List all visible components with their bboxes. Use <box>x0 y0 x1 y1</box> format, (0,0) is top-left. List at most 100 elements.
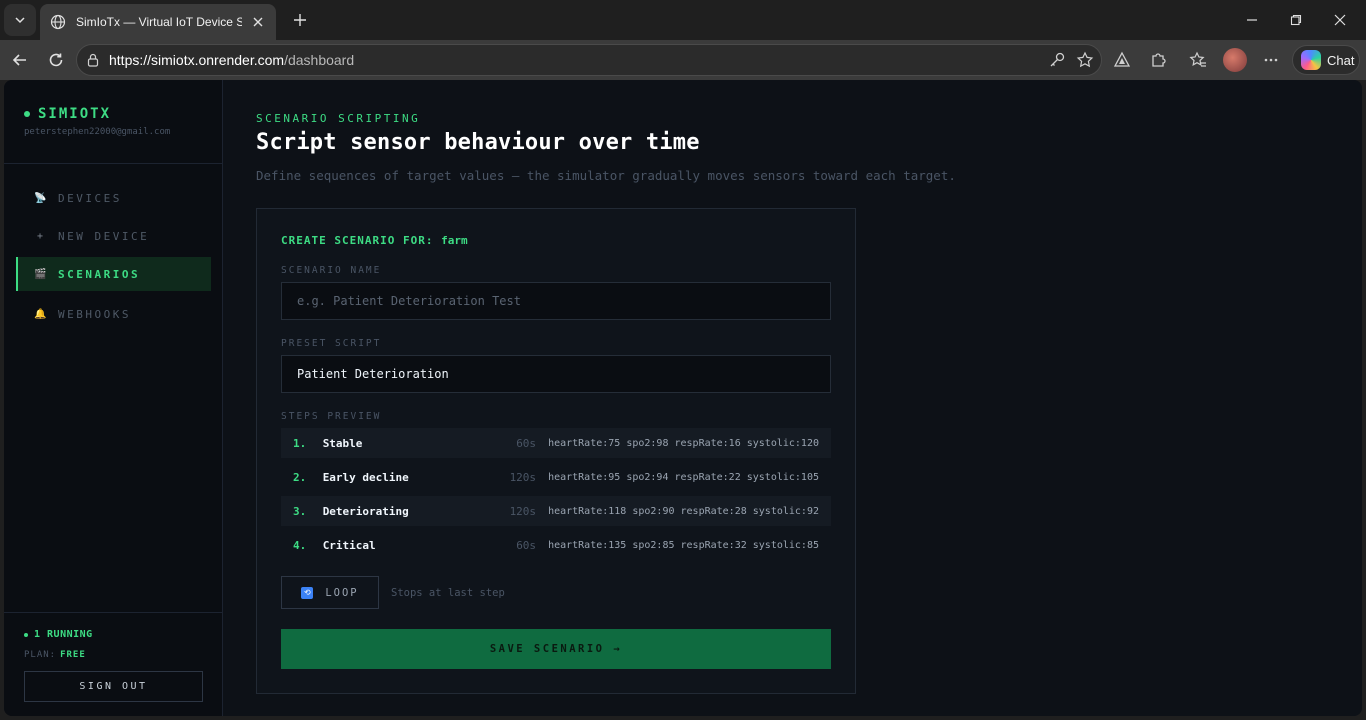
lock-icon[interactable] <box>85 52 101 68</box>
extension-triangle-button[interactable] <box>1110 48 1134 72</box>
reload-icon <box>49 53 63 67</box>
sidebar-item-devices[interactable]: 📡 DEVICES <box>16 181 211 215</box>
scenario-name-field[interactable] <box>281 282 831 320</box>
steps-preview-label: STEPS PREVIEW <box>281 411 382 422</box>
plus-icon: + <box>36 230 44 242</box>
preset-script-label: PRESET SCRIPT <box>281 338 382 349</box>
sidebar-item-label: NEW DEVICE <box>58 229 150 243</box>
running-status: 1 RUNNING <box>24 629 93 640</box>
address-bar[interactable]: https://simiotx.onrender.com/dashboard <box>76 44 1102 76</box>
bell-icon: 🔔 <box>34 308 47 320</box>
step-values: heartRate:95 spo2:94 respRate:22 systoli… <box>548 471 819 483</box>
list-item: 3. Deteriorating 120s heartRate:118 spo2… <box>281 496 831 526</box>
clapper-icon: 🎬 <box>34 268 47 280</box>
card-title: CREATE SCENARIO FOR: farm <box>281 234 468 247</box>
loop-icon: ⟲ <box>301 586 314 599</box>
brand-name: SIMIOTX <box>38 106 112 122</box>
globe-icon <box>50 14 66 30</box>
tab-search-button[interactable] <box>4 4 36 36</box>
chat-label: Chat <box>1327 52 1355 68</box>
scenario-name-input[interactable] <box>297 294 830 308</box>
url-path: /dashboard <box>284 52 355 68</box>
avatar[interactable] <box>1223 48 1247 72</box>
sidebar-item-scenarios[interactable]: 🎬 SCENARIOS <box>16 257 211 291</box>
divider <box>4 612 223 613</box>
section-eyebrow: SCENARIO SCRIPTING <box>256 112 421 125</box>
puzzle-icon <box>1152 53 1166 67</box>
scenario-name-label: SCENARIO NAME <box>281 265 382 276</box>
tab-title: SimIoTx — Virtual IoT Device Simu <box>76 15 242 29</box>
sidebar-item-new-device[interactable]: + NEW DEVICE <box>16 219 211 253</box>
restore-icon <box>1290 14 1302 26</box>
brand: SIMIOTX <box>24 106 111 122</box>
loop-toggle-button[interactable]: ⟲ LOOP <box>281 576 379 609</box>
sidebar-item-webhooks[interactable]: 🔔 WEBHOOKS <box>16 297 211 331</box>
status-dot <box>24 632 28 637</box>
back-button[interactable] <box>8 48 32 72</box>
step-name: Deteriorating <box>322 504 409 518</box>
card-title-prefix: CREATE SCENARIO FOR: <box>281 234 434 247</box>
step-duration: 60s <box>516 436 537 450</box>
step-duration: 60s <box>516 538 537 552</box>
reload-button[interactable] <box>44 48 68 72</box>
list-item: 2. Early decline 120s heartRate:95 spo2:… <box>281 462 831 492</box>
page-title: Script sensor behaviour over time <box>256 130 700 155</box>
url-host: https://simiotx.onrender.com <box>109 52 285 68</box>
star-icon <box>1076 51 1094 68</box>
window-close-button[interactable] <box>1318 6 1362 34</box>
more-dots-icon <box>1264 58 1278 62</box>
step-duration: 120s <box>509 504 537 518</box>
restore-button[interactable] <box>1274 6 1318 34</box>
step-number: 4. <box>293 538 307 552</box>
preset-script-select[interactable]: Patient Deterioration <box>281 355 831 393</box>
user-email: peterstephen22000@gmail.com <box>24 127 171 137</box>
favorites-star-icon <box>1189 51 1206 67</box>
plus-icon <box>294 14 306 26</box>
new-tab-button[interactable] <box>286 8 314 32</box>
copilot-chat-button[interactable]: Chat <box>1292 45 1360 75</box>
satellite-icon: 📡 <box>34 192 47 204</box>
more-menu-button[interactable] <box>1259 48 1283 72</box>
minimize-button[interactable] <box>1230 6 1274 34</box>
create-scenario-card: CREATE SCENARIO FOR: farm SCENARIO NAME … <box>256 208 856 694</box>
sidebar: SIMIOTX peterstephen22000@gmail.com 📡 DE… <box>4 80 223 716</box>
list-item: 4. Critical 60s heartRate:135 spo2:85 re… <box>281 530 831 560</box>
triangle-extension-icon <box>1113 51 1131 67</box>
device-name: farm <box>441 234 468 247</box>
favorite-button[interactable] <box>1073 48 1097 72</box>
list-item: 1. Stable 60s heartRate:75 spo2:98 respR… <box>281 428 831 458</box>
url-text: https://simiotx.onrender.com/dashboard <box>109 52 354 68</box>
browser-tab-active[interactable]: SimIoTx — Virtual IoT Device Simu <box>40 4 276 40</box>
loop-status-note: Stops at last step <box>391 587 505 599</box>
loop-label: LOOP <box>325 586 359 599</box>
sidebar-item-label: SCENARIOS <box>58 267 141 281</box>
sign-out-button[interactable]: SIGN OUT <box>24 671 203 702</box>
step-name: Stable <box>322 436 363 450</box>
password-key-button[interactable] <box>1045 48 1069 72</box>
browser-tabstrip: SimIoTx — Virtual IoT Device Simu <box>0 0 1366 40</box>
step-values: heartRate:118 spo2:90 respRate:28 systol… <box>548 505 819 517</box>
plan-value: FREE <box>60 650 86 660</box>
extensions-button[interactable] <box>1146 48 1170 72</box>
close-icon[interactable] <box>250 14 266 30</box>
close-icon <box>1334 14 1346 26</box>
app-viewport: SIMIOTX peterstephen22000@gmail.com 📡 DE… <box>4 80 1362 716</box>
step-number: 3. <box>293 504 307 518</box>
chevron-down-icon <box>15 17 25 24</box>
minimize-icon <box>1247 19 1257 21</box>
save-scenario-button[interactable]: SAVE SCENARIO → <box>281 629 831 669</box>
arrow-left-icon <box>12 54 26 66</box>
plan-info: PLAN: FREE <box>24 650 86 660</box>
key-icon <box>1050 52 1065 67</box>
step-name: Critical <box>322 538 376 552</box>
favorites-button[interactable] <box>1186 48 1210 72</box>
steps-preview-list: 1. Stable 60s heartRate:75 spo2:98 respR… <box>281 428 831 564</box>
page-subtitle: Define sequences of target values — the … <box>256 168 956 183</box>
step-duration: 120s <box>509 470 537 484</box>
sidebar-item-label: WEBHOOKS <box>58 307 131 321</box>
step-name: Early decline <box>322 470 409 484</box>
browser-toolbar: https://simiotx.onrender.com/dashboard C… <box>0 40 1366 80</box>
step-number: 1. <box>293 436 307 450</box>
step-values: heartRate:75 spo2:98 respRate:16 systoli… <box>548 437 819 449</box>
step-values: heartRate:135 spo2:85 respRate:32 systol… <box>548 539 819 551</box>
